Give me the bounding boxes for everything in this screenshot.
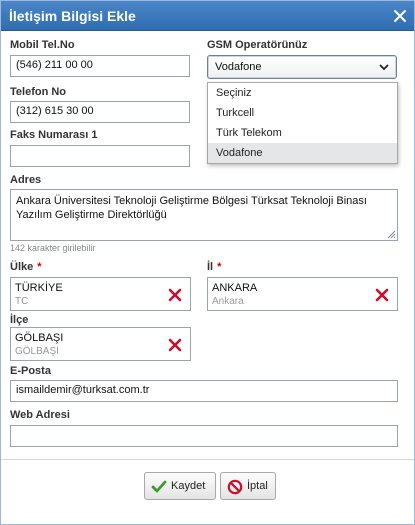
province-value: ANKARA bbox=[212, 282, 258, 294]
phone-input[interactable]: (312) 615 30 00 bbox=[10, 101, 190, 123]
save-button[interactable]: Kaydet bbox=[144, 472, 216, 500]
add-contact-dialog: İletişim Bilgisi Ekle Mobil Tel.No (546)… bbox=[0, 0, 415, 525]
dialog-title: İletişim Bilgisi Ekle bbox=[9, 8, 136, 24]
red-x-icon[interactable] bbox=[168, 288, 182, 302]
gsm-operator-select[interactable]: Vodafone bbox=[207, 55, 397, 79]
no-entry-icon bbox=[227, 479, 243, 495]
address-label: Adres bbox=[10, 174, 42, 186]
address-line-1: Ankara Üniversitesi Teknoloji Geliştirme… bbox=[16, 195, 367, 207]
mobile-label: Mobil Tel.No bbox=[10, 39, 75, 51]
dropdown-option[interactable]: Türk Telekom bbox=[208, 123, 397, 143]
district-label: İlçe bbox=[10, 314, 29, 326]
mobile-input[interactable]: (546) 211 00 00 bbox=[10, 55, 190, 77]
province-sub: Ankara bbox=[212, 296, 244, 307]
province-picker[interactable]: ANKARA Ankara bbox=[207, 277, 398, 311]
gsm-operator-value: Vodafone bbox=[215, 61, 262, 73]
chevron-down-icon bbox=[379, 64, 389, 71]
country-picker[interactable]: TÜRKİYE TC bbox=[10, 277, 191, 311]
address-textarea[interactable]: Ankara Üniversitesi Teknoloji Geliştirme… bbox=[10, 189, 398, 241]
address-line-2: Yazılım Geliştirme Direktörlüğü bbox=[16, 209, 167, 221]
red-x-icon[interactable] bbox=[168, 338, 182, 352]
cancel-button-label: İptal bbox=[247, 480, 268, 492]
web-address-input[interactable] bbox=[10, 425, 398, 447]
resize-grip-icon[interactable] bbox=[387, 230, 396, 239]
save-button-label: Kaydet bbox=[171, 480, 206, 492]
phone-label: Telefon No bbox=[10, 86, 67, 98]
dropdown-option[interactable]: Seçiniz bbox=[208, 83, 397, 103]
district-picker[interactable]: GÖLBAŞI GÖLBAŞI bbox=[10, 327, 191, 361]
red-x-icon[interactable] bbox=[375, 288, 389, 302]
country-label: Ülke * bbox=[10, 261, 42, 273]
district-sub: GÖLBAŞI bbox=[15, 346, 59, 357]
address-char-hint: 142 karakter girilebilir bbox=[10, 243, 96, 253]
district-value: GÖLBAŞI bbox=[15, 332, 64, 344]
required-mark: * bbox=[37, 261, 42, 273]
fax-input[interactable] bbox=[10, 145, 190, 167]
cancel-button[interactable]: İptal bbox=[220, 472, 276, 500]
email-label: E-Posta bbox=[10, 365, 51, 377]
country-code: TC bbox=[15, 296, 29, 307]
footer-divider bbox=[1, 459, 414, 460]
dropdown-option-selected[interactable]: Vodafone bbox=[208, 143, 397, 163]
required-mark: * bbox=[217, 261, 222, 273]
email-input[interactable]: ismaildemir@turksat.com.tr bbox=[10, 380, 398, 402]
gsm-operator-dropdown: Seçiniz Turkcell Türk Telekom Vodafone bbox=[207, 82, 398, 164]
fax-label: Faks Numarası 1 bbox=[10, 129, 98, 141]
gsm-operator-label: GSM Operatörünüz bbox=[207, 39, 308, 51]
country-value: TÜRKİYE bbox=[15, 282, 63, 294]
province-label: İl * bbox=[207, 261, 222, 273]
close-icon[interactable] bbox=[393, 9, 407, 23]
dropdown-option[interactable]: Turkcell bbox=[208, 103, 397, 123]
web-address-label: Web Adresi bbox=[10, 409, 70, 421]
checkmark-icon bbox=[151, 480, 167, 493]
dialog-titlebar: İletişim Bilgisi Ekle bbox=[1, 1, 414, 31]
